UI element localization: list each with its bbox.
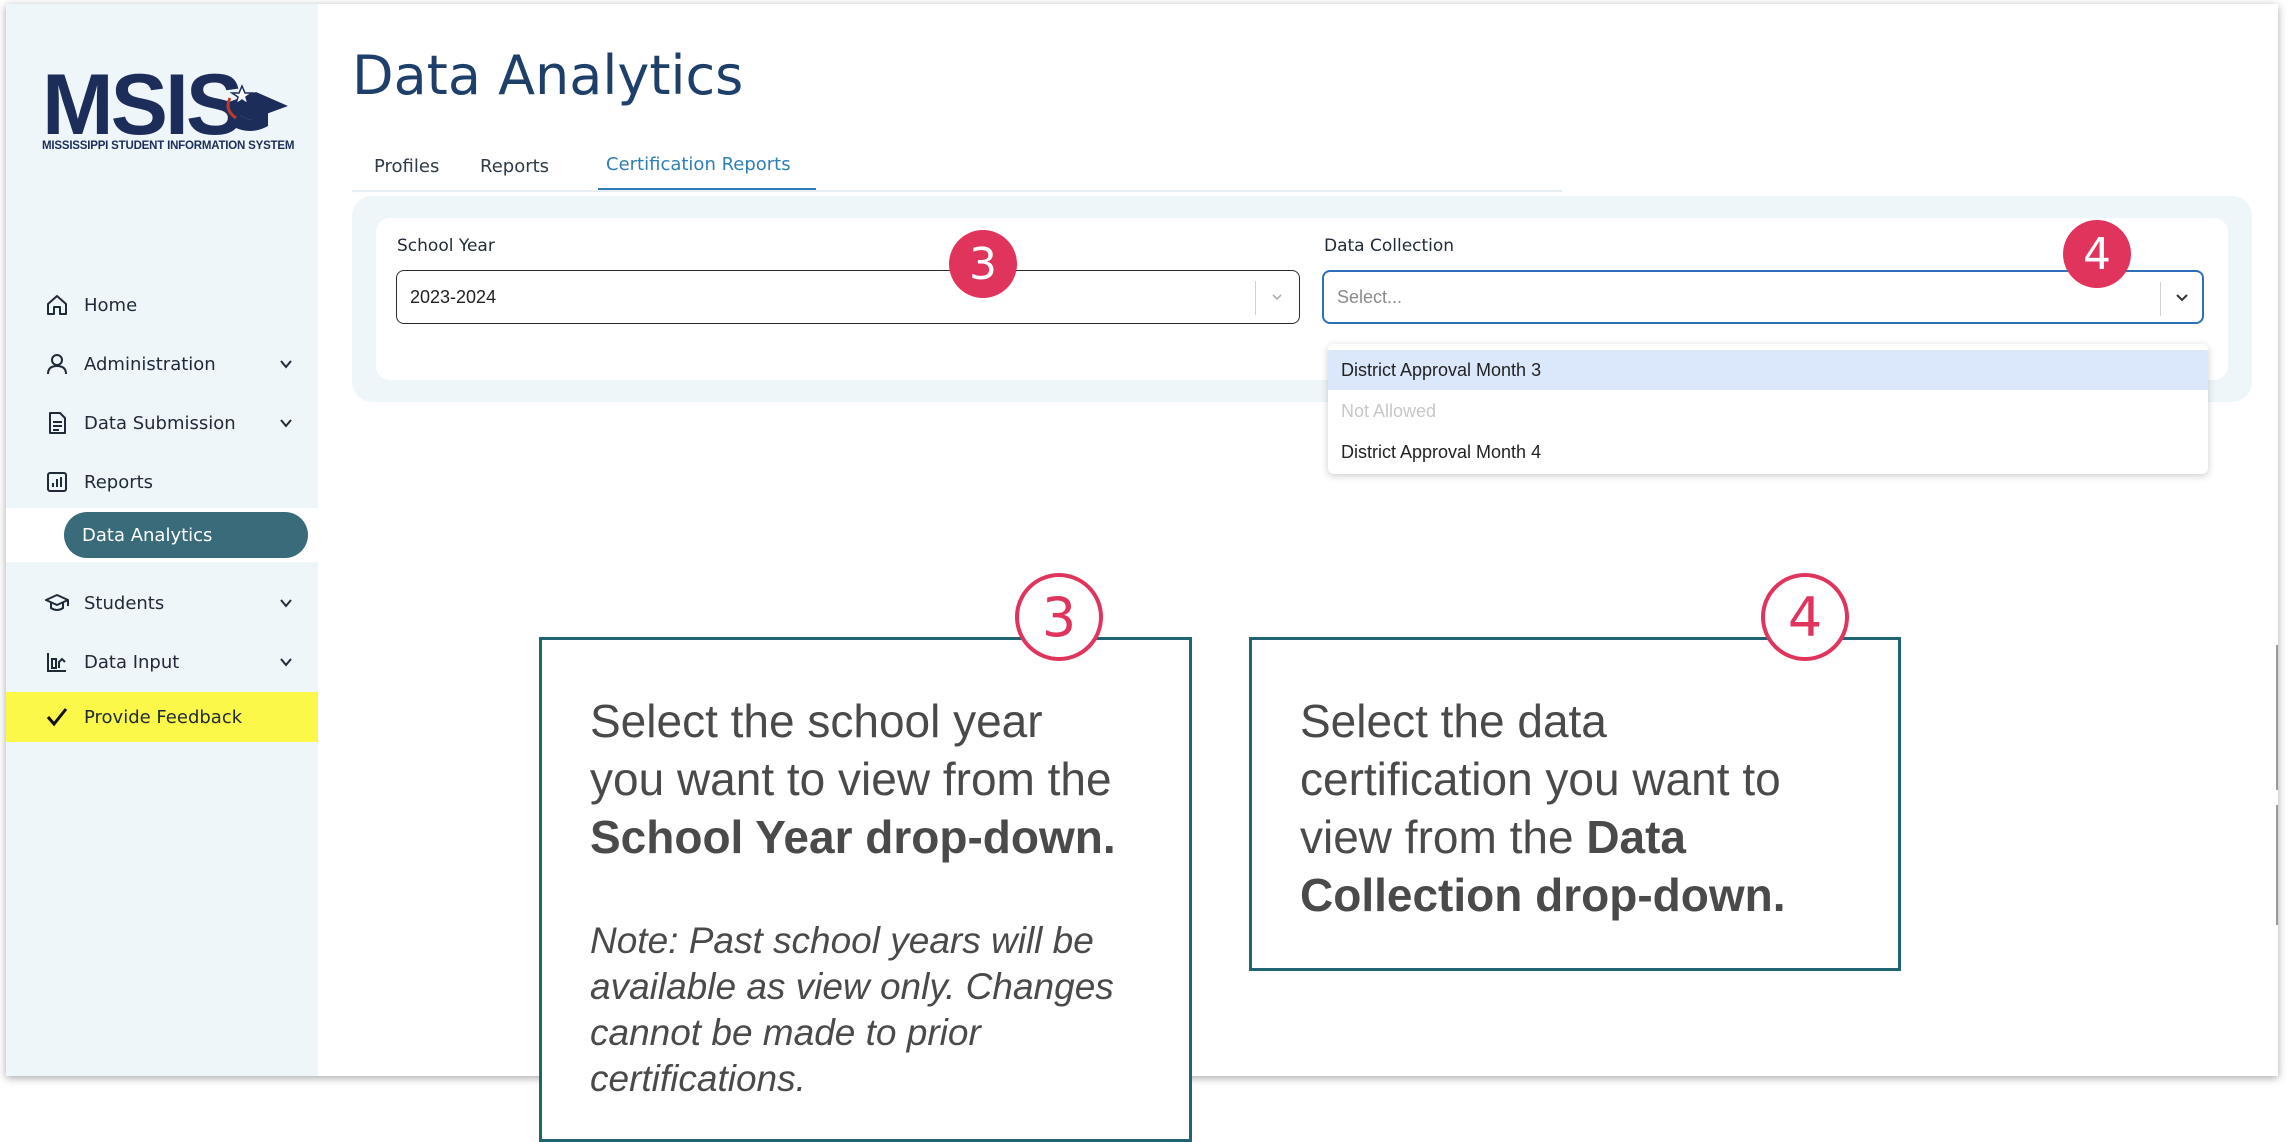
select-separator: [2160, 282, 2161, 316]
logo-subtitle: MISSISSIPPI STUDENT INFORMATION SYSTEM: [42, 140, 295, 152]
sidebar-item-data-input[interactable]: Data Input: [6, 637, 318, 687]
callout-3-line1: Select the school year: [590, 695, 1043, 747]
sidebar-item-data-analytics[interactable]: Data Analytics: [64, 512, 308, 558]
sidebar: MSIS MISSISSIPPI STUDENT INFORMATION SYS…: [6, 4, 318, 1076]
checkmark-icon: [44, 704, 70, 730]
document-icon: [44, 410, 70, 436]
callout-3-note2: available as view only. Changes: [590, 966, 1114, 1007]
tab-divider: [352, 190, 1562, 192]
sidebar-item-administration[interactable]: Administration: [6, 339, 318, 389]
sidebar-item-data-submission[interactable]: Data Submission: [6, 398, 318, 448]
callout-number-4: 4: [1761, 573, 1849, 661]
chevron-down-icon[interactable]: [276, 593, 296, 613]
dropdown-option-district-approval-month-4[interactable]: District Approval Month 4: [1328, 432, 2208, 472]
tab-profiles[interactable]: Profiles: [374, 156, 439, 177]
sidebar-item-label: Data Submission: [84, 412, 236, 434]
dropdown-option-district-approval-month-3[interactable]: District Approval Month 3: [1328, 350, 2208, 390]
callout-3-note1: Note: Past school years will be: [590, 920, 1094, 961]
callout-4-line1: Select the data: [1300, 695, 1607, 747]
data-collection-dropdown-menu: District Approval Month 3 Not Allowed Di…: [1328, 344, 2208, 474]
page-title: Data Analytics: [352, 44, 744, 107]
callout-box-4: Select the data certification you want t…: [1249, 637, 1901, 971]
tab-certification-reports[interactable]: Certification Reports: [606, 154, 791, 175]
callout-3-note3: cannot be made to prior: [590, 1012, 981, 1053]
home-icon: [44, 292, 70, 318]
dropdown-option-not-allowed: Not Allowed: [1341, 400, 1437, 421]
sidebar-item-label: Home: [84, 294, 138, 316]
select-separator: [1255, 281, 1256, 315]
chevron-down-icon[interactable]: [1267, 287, 1287, 307]
right-edge-line: [2276, 645, 2278, 790]
provide-feedback-button[interactable]: Provide Feedback: [6, 692, 318, 742]
callout-3-line2: you want to view from the: [590, 753, 1112, 805]
graduation-cap-logo-icon: [218, 84, 288, 131]
user-icon: [44, 351, 70, 377]
sidebar-item-label: Reports: [84, 471, 154, 493]
school-year-select[interactable]: 2023-2024: [396, 270, 1300, 324]
chevron-down-icon[interactable]: [276, 413, 296, 433]
sidebar-item-reports[interactable]: Reports: [6, 457, 318, 507]
callout-number-3: 3: [1015, 573, 1103, 661]
bar-chart-icon: [44, 469, 70, 495]
chevron-down-icon[interactable]: [276, 354, 296, 374]
data-collection-placeholder: Select...: [1337, 286, 1403, 307]
data-collection-label: Data Collection: [1324, 236, 1455, 256]
msis-logo[interactable]: MSIS MISSISSIPPI STUDENT INFORMATION SYS…: [42, 60, 295, 156]
callout-3-bold: School Year drop-down.: [590, 811, 1116, 863]
sidebar-item-label: Administration: [84, 353, 216, 375]
sidebar-item-label: Data Input: [84, 651, 180, 673]
chart-input-icon: [44, 649, 70, 675]
feedback-label: Provide Feedback: [84, 706, 243, 728]
right-edge-line: [2276, 805, 2278, 925]
callout-box-3: Select the school year you want to view …: [539, 637, 1192, 1142]
school-year-label: School Year: [397, 236, 495, 256]
data-collection-select[interactable]: Select...: [1322, 270, 2204, 324]
callout-3-note4: certifications.: [590, 1058, 806, 1099]
sidebar-item-label: Data Analytics: [82, 524, 213, 546]
sidebar-item-home[interactable]: Home: [6, 280, 318, 330]
annotation-badge-4: 4: [2063, 220, 2131, 288]
callout-4-line4: Collection drop-down.: [1300, 869, 1786, 921]
chevron-down-icon[interactable]: [2172, 288, 2192, 308]
tab-reports[interactable]: Reports: [480, 156, 549, 177]
school-year-value: 2023-2024: [410, 286, 497, 307]
graduation-cap-icon: [44, 590, 70, 616]
sidebar-item-students[interactable]: Students: [6, 578, 318, 628]
callout-4-line2: certification you want to: [1300, 753, 1781, 805]
chevron-down-icon[interactable]: [276, 652, 296, 672]
annotation-badge-3: 3: [949, 230, 1017, 298]
sidebar-item-label: Students: [84, 592, 165, 614]
callout-4-line3: view from the Data: [1300, 811, 1687, 863]
